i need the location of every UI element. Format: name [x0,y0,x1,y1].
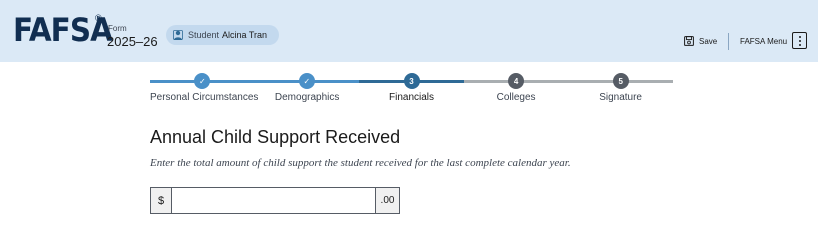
registered-mark: ® [95,13,102,23]
step-number: 3 [403,73,420,89]
save-icon [684,36,694,46]
step-label-demographics[interactable]: Demographics [275,92,339,103]
step-label-personal-circumstances[interactable]: Personal Circumstances [150,92,258,103]
field-hint: Enter the total amount of child support … [150,157,571,169]
save-label: Save [699,36,718,46]
checkmark-icon: ✓ [194,73,211,89]
cents-suffix: .00 [375,187,400,214]
step-label-signature: Signature [599,92,642,103]
form-label: Form [108,24,127,33]
child-support-amount-group: $ .00 [150,187,400,214]
checkmark-icon: ✓ [298,73,315,89]
student-badge: Student Alcina Tran [166,25,279,45]
child-support-amount-input[interactable] [172,187,375,214]
step-label-colleges: Colleges [496,92,536,103]
currency-prefix: $ [150,187,172,214]
form-year: 2025–26 [107,34,158,49]
kebab-menu-icon[interactable] [792,32,807,49]
progress-stepper: ✓ Personal Circumstances ✓ Demographics 3 Fin… [150,72,673,108]
page-title: Annual Child Support Received [150,127,401,147]
user-icon [173,30,183,40]
step-number: 4 [508,73,525,89]
step-label-financials: Financials [389,92,435,103]
step-number: 5 [612,73,629,89]
student-name: Alcina Tran [222,30,268,40]
save-button[interactable]: Save [684,36,717,46]
fafsa-menu-label[interactable]: FAFSA Menu [740,37,787,46]
student-label: Student [188,30,220,40]
app-header: FAFSA ® Form 2025–26 Student Alcina Tran… [0,0,818,62]
header-divider [728,33,729,50]
